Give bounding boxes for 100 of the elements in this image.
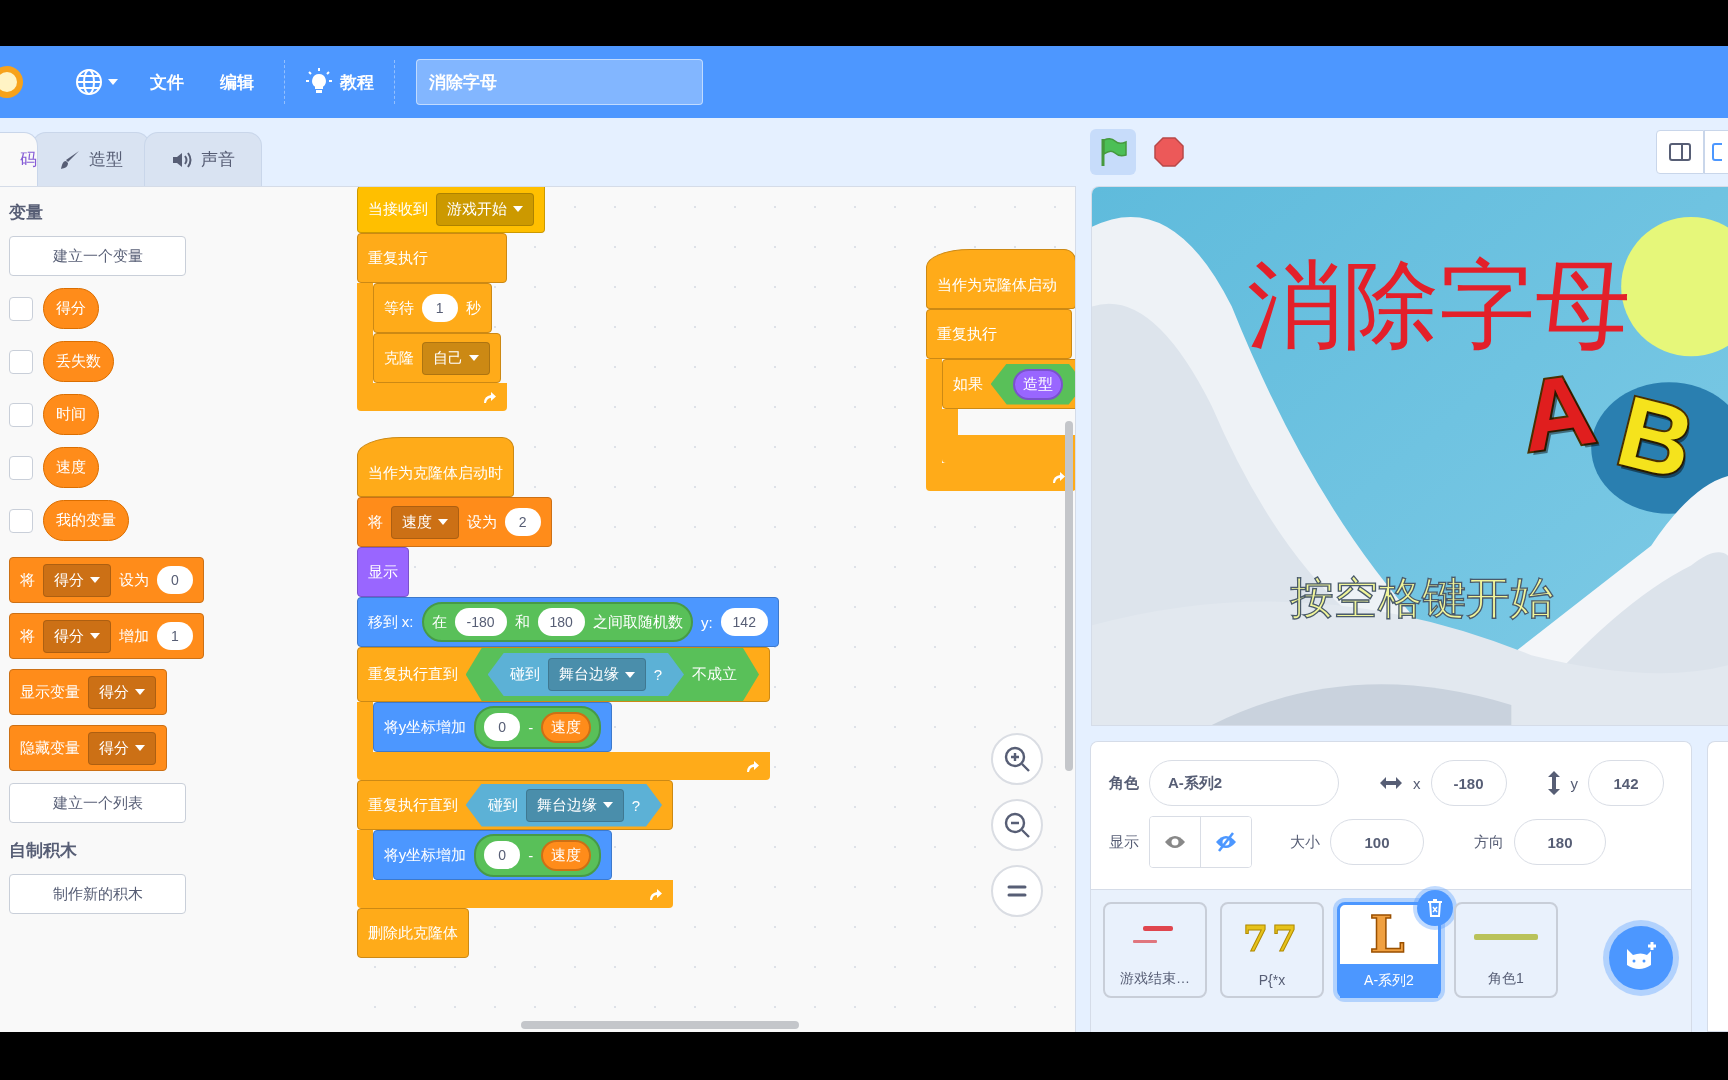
- make-list-button[interactable]: 建立一个列表: [9, 783, 186, 823]
- block-label: 移到 x:: [367, 612, 414, 632]
- control-block[interactable]: 重复执行: [356, 233, 507, 283]
- command-block[interactable]: 移到 x: 在 -180 和 180 之间取随机数 y: 142: [356, 597, 779, 647]
- reporter-block[interactable]: 速度: [541, 839, 592, 871]
- globe-icon: [74, 67, 104, 97]
- small-stage-button[interactable]: [1656, 130, 1704, 174]
- sprite-tile[interactable]: 角色1: [1454, 902, 1558, 998]
- menu-item[interactable]: 编辑: [202, 70, 272, 94]
- zoom-out-icon: [1002, 811, 1031, 839]
- repeat-arrow-icon: [647, 886, 663, 902]
- number-input[interactable]: 0: [484, 713, 521, 741]
- number-input[interactable]: 1: [421, 294, 458, 322]
- block-label: 当接收到: [367, 199, 428, 219]
- zoom-in-button[interactable]: [990, 733, 1043, 785]
- project-title-field[interactable]: 消除字母: [416, 59, 703, 105]
- zoom-out-button[interactable]: [990, 799, 1043, 851]
- tab[interactable]: 码: [0, 132, 38, 186]
- letter-sprite: A: [1515, 357, 1601, 467]
- make-block-button[interactable]: 制作新的积木: [9, 874, 186, 914]
- block-label: 将: [367, 512, 383, 532]
- command-block[interactable]: 将y坐标增加 0 - 速度: [372, 830, 613, 880]
- variable-reporter[interactable]: 时间: [43, 394, 99, 435]
- tab[interactable]: 声音: [144, 132, 262, 186]
- sprite-thumbnail: L: [1369, 905, 1409, 964]
- control-block[interactable]: 重复执行: [925, 309, 1072, 359]
- dropdown-menu[interactable]: 得分: [43, 563, 111, 597]
- number-input[interactable]: -180: [454, 608, 507, 636]
- hide-button[interactable]: [1200, 817, 1251, 867]
- block-label: 增加: [119, 626, 149, 646]
- dropdown-menu[interactable]: 得分: [88, 675, 156, 709]
- checkbox[interactable]: [9, 349, 33, 374]
- add-sprite-button[interactable]: [1609, 926, 1673, 990]
- dropdown-menu[interactable]: 得分: [43, 619, 111, 653]
- tutorial-button[interactable]: 教程: [298, 68, 382, 96]
- hat-block[interactable]: 当作为克隆体启动时: [356, 437, 514, 497]
- boolean-block[interactable]: 碰到 舞台边缘 ? 不成立: [465, 648, 759, 701]
- reset-zoom-button[interactable]: [990, 865, 1043, 917]
- command-block[interactable]: 将 得分 设为 0: [9, 557, 204, 603]
- dropdown-menu[interactable]: 速度: [390, 505, 459, 539]
- number-input[interactable]: 0: [484, 841, 521, 869]
- control-block[interactable]: 重复执行直到 碰到 舞台边缘 ?: [356, 780, 673, 830]
- command-block[interactable]: 显示变量 得分: [9, 669, 167, 715]
- checkbox[interactable]: [9, 296, 33, 321]
- number-input[interactable]: 1: [157, 622, 193, 650]
- dropdown-menu[interactable]: 自己: [421, 341, 490, 375]
- command-block[interactable]: 显示: [356, 547, 409, 597]
- command-block[interactable]: 将 速度 设为 2: [356, 497, 552, 547]
- variable-reporter[interactable]: 速度: [43, 447, 99, 488]
- scrollbar[interactable]: [520, 1021, 799, 1029]
- variable-reporter[interactable]: 丢失数: [43, 341, 114, 382]
- reporter-block[interactable]: 速度: [541, 711, 592, 743]
- boolean-block[interactable]: 造型: [990, 363, 1075, 405]
- command-block[interactable]: 删除此克隆体: [356, 908, 469, 958]
- dropdown-menu[interactable]: 游戏开始: [435, 192, 534, 226]
- block-label: 将y坐标增加: [383, 845, 467, 865]
- scrollbar[interactable]: [1064, 421, 1073, 771]
- number-input[interactable]: 0: [157, 566, 193, 594]
- command-block[interactable]: 将 得分 增加 1: [9, 613, 204, 659]
- sprite-tile[interactable]: 77 P{*x: [1220, 902, 1324, 998]
- reporter-block[interactable]: 0 - 速度: [474, 833, 602, 877]
- hat-block[interactable]: 当作为克隆体启动: [925, 249, 1075, 309]
- dropdown-menu[interactable]: 舞台边缘: [547, 658, 646, 691]
- checkbox[interactable]: [9, 455, 33, 480]
- command-block[interactable]: 隐藏变量 得分: [9, 725, 167, 771]
- checkbox[interactable]: [9, 508, 33, 533]
- run-button[interactable]: [1090, 129, 1136, 175]
- sprite-tile[interactable]: L A-系列2: [1337, 902, 1441, 998]
- block-label: 秒: [465, 298, 481, 318]
- command-block[interactable]: 等待 1 秒: [372, 283, 492, 333]
- variable-reporter[interactable]: 我的变量: [43, 500, 129, 541]
- dropdown-menu[interactable]: 舞台边缘: [525, 788, 624, 822]
- checkbox[interactable]: [9, 402, 33, 427]
- control-block[interactable]: 重复执行直到 碰到 舞台边缘 ? 不成立: [356, 647, 770, 702]
- vertical-arrows-icon: [1546, 770, 1561, 796]
- delete-button[interactable]: [1417, 890, 1453, 926]
- caret-icon: [602, 802, 613, 808]
- reporter-block[interactable]: 0 - 速度: [474, 705, 602, 749]
- boolean-block[interactable]: 碰到 舞台边缘 ?: [487, 653, 684, 696]
- command-block[interactable]: 克隆 自己: [372, 333, 501, 383]
- command-block[interactable]: 将y坐标增加 0 - 速度: [372, 702, 613, 752]
- large-stage-button[interactable]: [1704, 130, 1728, 174]
- game-title: 消除字母: [1247, 252, 1631, 358]
- block-label: 克隆: [383, 348, 414, 368]
- reporter-block[interactable]: 在 -180 和 180 之间取随机数: [421, 602, 693, 642]
- number-input[interactable]: 180: [537, 608, 585, 636]
- menu-item[interactable]: 文件: [132, 70, 202, 94]
- caret-icon: [90, 633, 100, 639]
- boolean-block[interactable]: 碰到 舞台边缘 ?: [465, 783, 662, 827]
- hat-block[interactable]: 当接收到 游戏开始: [356, 187, 545, 233]
- control-block[interactable]: 如果 造型: [941, 359, 1075, 409]
- make-variable-button[interactable]: 建立一个变量: [9, 236, 186, 276]
- number-input[interactable]: 142: [720, 608, 768, 636]
- number-input[interactable]: 2: [504, 508, 541, 536]
- block-label: 重复执行直到: [367, 665, 458, 684]
- variable-reporter[interactable]: 得分: [43, 288, 99, 329]
- dropdown-menu[interactable]: 得分: [88, 731, 156, 765]
- reporter-block[interactable]: 造型: [1012, 368, 1063, 400]
- logo-icon[interactable]: [0, 65, 24, 99]
- sprite-tile[interactable]: 游戏结束…: [1103, 902, 1207, 998]
